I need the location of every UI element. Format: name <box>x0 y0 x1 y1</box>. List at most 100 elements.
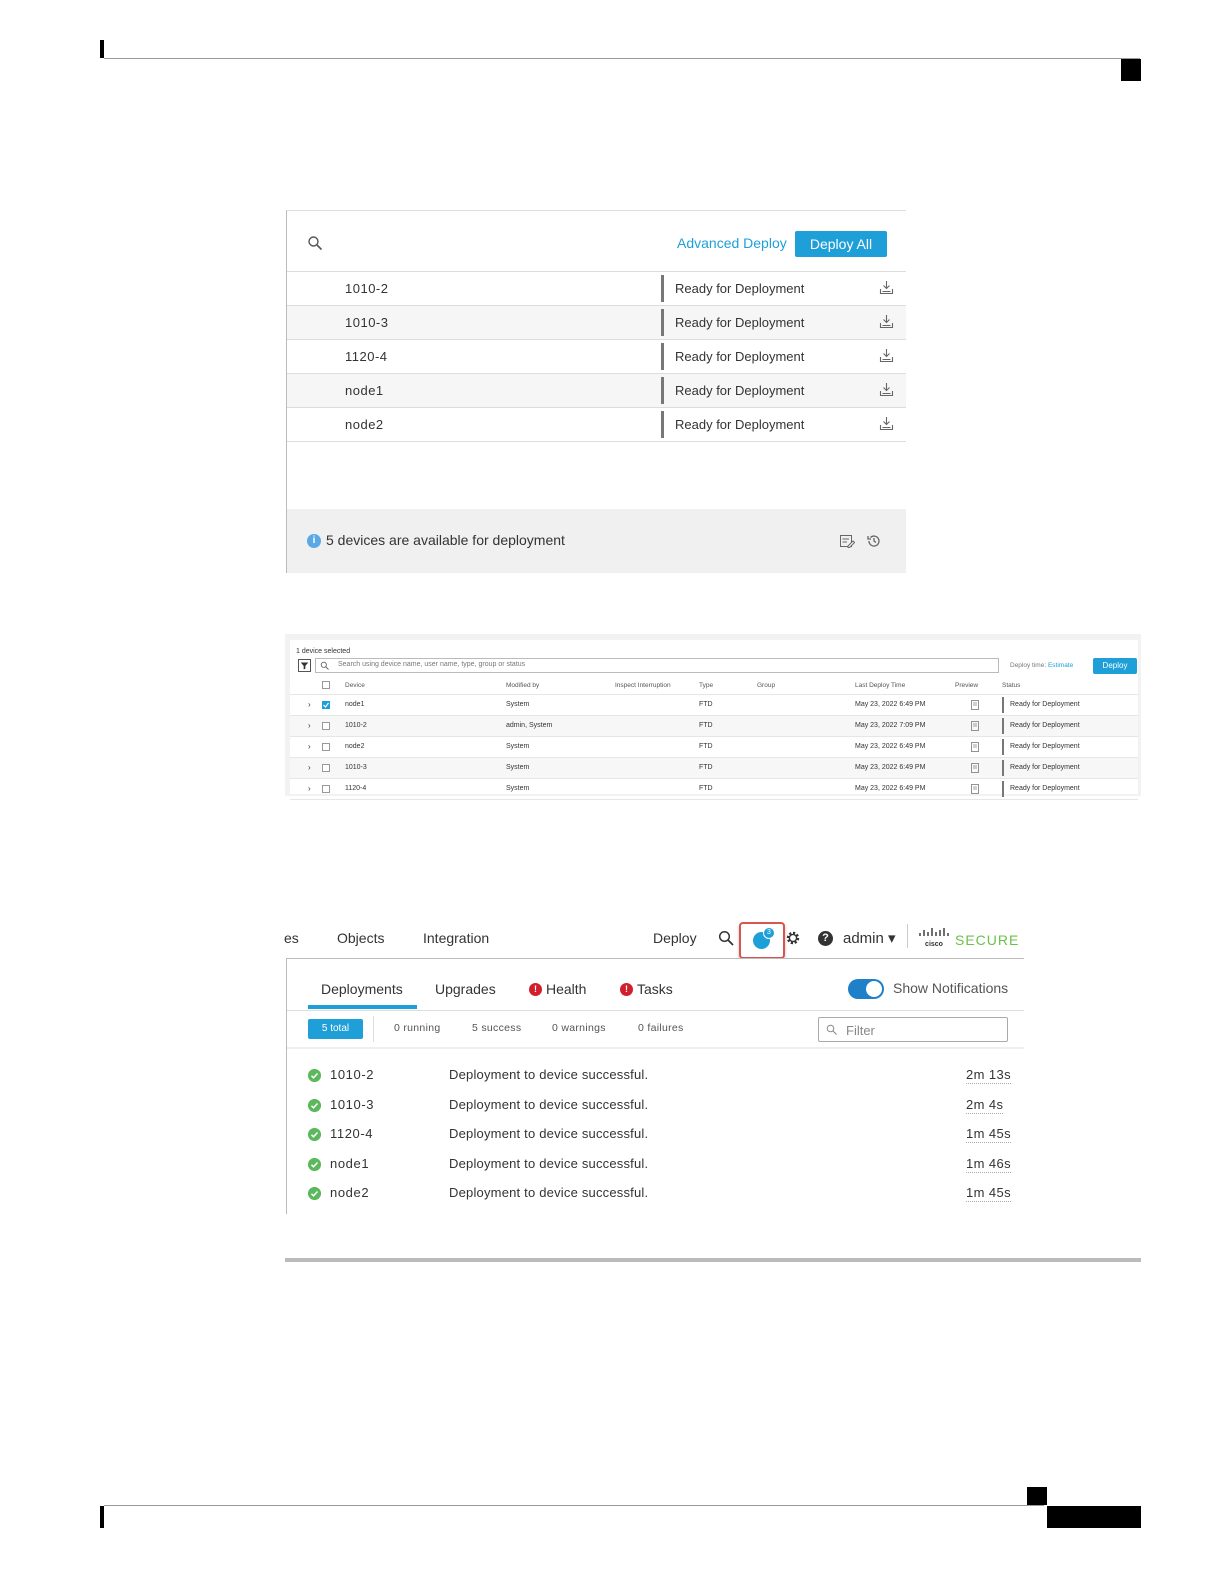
table-row[interactable]: › node1 System FTD May 23, 2022 6:49 PM … <box>290 694 1138 715</box>
result-message: Deployment to device successful. <box>449 1185 649 1200</box>
cell-device: 1010-3 <box>345 764 367 771</box>
result-duration[interactable]: 2m 13s <box>966 1067 1012 1084</box>
cell-device: node2 <box>345 743 365 750</box>
device-status: Ready for Deployment <box>675 349 805 364</box>
user-menu[interactable]: admin ▾ <box>843 929 896 947</box>
failures-count[interactable]: 0 failures <box>638 1022 684 1034</box>
result-device-name: node1 <box>330 1155 370 1171</box>
select-all-checkbox[interactable] <box>322 681 330 689</box>
search-icon[interactable] <box>718 930 734 946</box>
tab-tasks[interactable]: Tasks <box>637 981 673 997</box>
list-item: 1010-2 Deployment to device successful. … <box>287 1061 1024 1091</box>
device-row[interactable]: 1010-3 Ready for Deployment <box>287 305 906 339</box>
device-search-input[interactable]: Search using device name, user name, typ… <box>315 658 999 673</box>
result-message: Deployment to device successful. <box>449 1096 649 1112</box>
expand-chevron-icon[interactable]: › <box>308 721 311 730</box>
result-duration[interactable]: 1m 45s <box>966 1126 1012 1143</box>
preview-icon[interactable] <box>971 784 980 794</box>
tab-health[interactable]: Health <box>546 981 586 997</box>
success-count[interactable]: 5 success <box>472 1022 521 1034</box>
info-icon: i <box>307 534 321 548</box>
row-checkbox[interactable] <box>322 785 330 793</box>
column-header-last-deploy[interactable]: Last Deploy Time <box>855 682 905 689</box>
result-duration[interactable]: 1m 46s <box>966 1156 1012 1173</box>
deploy-button[interactable]: Deploy <box>1093 658 1137 674</box>
cell-modified-by: admin, System <box>506 722 553 729</box>
deploy-all-button[interactable]: Deploy All <box>795 231 887 257</box>
table-row[interactable]: › 1120-4 System FTD May 23, 2022 6:49 PM… <box>290 778 1138 800</box>
result-message: Deployment to device successful. <box>449 1126 649 1141</box>
cell-status: Ready for Deployment <box>1010 701 1080 708</box>
column-header-status[interactable]: Status <box>1002 682 1020 689</box>
device-row[interactable]: node2 Ready for Deployment <box>287 407 906 442</box>
deploy-download-icon[interactable] <box>879 348 894 363</box>
nav-item-partial[interactable]: es <box>284 930 299 946</box>
expand-chevron-icon[interactable]: › <box>308 763 311 772</box>
deploy-download-icon[interactable] <box>879 382 894 397</box>
advanced-device-list: › node1 System FTD May 23, 2022 6:49 PM … <box>290 694 1138 800</box>
device-row[interactable]: node1 Ready for Deployment <box>287 373 906 407</box>
gear-icon[interactable] <box>784 929 802 947</box>
warnings-count[interactable]: 0 warnings <box>552 1022 606 1034</box>
running-count[interactable]: 0 running <box>394 1022 440 1034</box>
cell-type: FTD <box>699 722 713 729</box>
preview-icon[interactable] <box>971 700 980 710</box>
deployment-results-list: 1010-2 Deployment to device successful. … <box>287 1061 1024 1209</box>
show-notifications-label: Show Notifications <box>893 980 1009 996</box>
preview-icon[interactable] <box>971 721 980 731</box>
cell-type: FTD <box>699 743 713 750</box>
nav-item-deploy[interactable]: Deploy <box>653 930 697 946</box>
deploy-download-icon[interactable] <box>879 416 894 431</box>
table-row[interactable]: › 1010-3 System FTD May 23, 2022 6:49 PM… <box>290 757 1138 778</box>
list-item: 1010-3 Deployment to device successful. … <box>287 1091 1024 1121</box>
column-header-group[interactable]: Group <box>757 682 775 689</box>
device-status: Ready for Deployment <box>675 383 805 398</box>
result-duration[interactable]: 1m 45s <box>966 1185 1012 1202</box>
row-checkbox-checked[interactable] <box>322 701 330 709</box>
success-check-icon <box>308 1128 321 1141</box>
edit-list-icon[interactable] <box>839 533 855 549</box>
filter-icon[interactable] <box>298 659 311 672</box>
preview-icon[interactable] <box>971 742 980 752</box>
expand-chevron-icon[interactable]: › <box>308 700 311 709</box>
table-row[interactable]: › node2 System FTD May 23, 2022 6:49 PM … <box>290 736 1138 757</box>
device-status: Ready for Deployment <box>675 417 805 432</box>
filter-input[interactable]: Filter <box>818 1017 1008 1042</box>
device-row[interactable]: 1010-2 Ready for Deployment <box>287 271 906 305</box>
search-icon[interactable] <box>307 235 323 251</box>
total-count-badge[interactable]: 5 total <box>308 1019 363 1039</box>
deploy-download-icon[interactable] <box>879 280 894 295</box>
expand-chevron-icon[interactable]: › <box>308 742 311 751</box>
tab-deployments[interactable]: Deployments <box>321 981 403 997</box>
table-row[interactable]: › 1010-2 admin, System FTD May 23, 2022 … <box>290 715 1138 736</box>
row-checkbox[interactable] <box>322 743 330 751</box>
top-navigation: es Objects Integration Deploy 3 ? admin … <box>284 918 1024 959</box>
column-header-modified-by[interactable]: Modified by <box>506 682 539 689</box>
help-icon[interactable]: ? <box>818 931 833 946</box>
cell-last-deploy: May 23, 2022 6:49 PM <box>855 764 926 771</box>
device-row[interactable]: 1120-4 Ready for Deployment <box>287 339 906 373</box>
column-header-type[interactable]: Type <box>699 682 713 689</box>
section-bottom-rule <box>285 1258 1141 1262</box>
footer-mark <box>100 1506 104 1528</box>
column-header-device[interactable]: Device <box>345 682 365 689</box>
result-message: Deployment to device successful. <box>449 1067 649 1082</box>
deploy-download-icon[interactable] <box>879 314 894 329</box>
result-duration[interactable]: 2m 4s <box>966 1097 1004 1114</box>
preview-icon[interactable] <box>971 763 980 773</box>
device-name: 1010-2 <box>345 281 389 296</box>
row-checkbox[interactable] <box>322 764 330 772</box>
result-device-name: 1120-4 <box>330 1126 374 1141</box>
advanced-deploy-link[interactable]: Advanced Deploy <box>677 235 787 251</box>
show-notifications-toggle[interactable] <box>848 979 884 999</box>
status-divider <box>1002 718 1004 734</box>
column-header-inspect[interactable]: Inspect Interruption <box>615 682 671 689</box>
tab-upgrades[interactable]: Upgrades <box>435 981 496 997</box>
notifications-button[interactable]: 3 <box>739 922 785 959</box>
row-checkbox[interactable] <box>322 722 330 730</box>
expand-chevron-icon[interactable]: › <box>308 784 311 793</box>
nav-item-integration[interactable]: Integration <box>423 930 489 946</box>
history-icon[interactable] <box>866 533 882 549</box>
estimate-link[interactable]: Estimate <box>1048 662 1073 669</box>
nav-item-objects[interactable]: Objects <box>337 930 384 946</box>
